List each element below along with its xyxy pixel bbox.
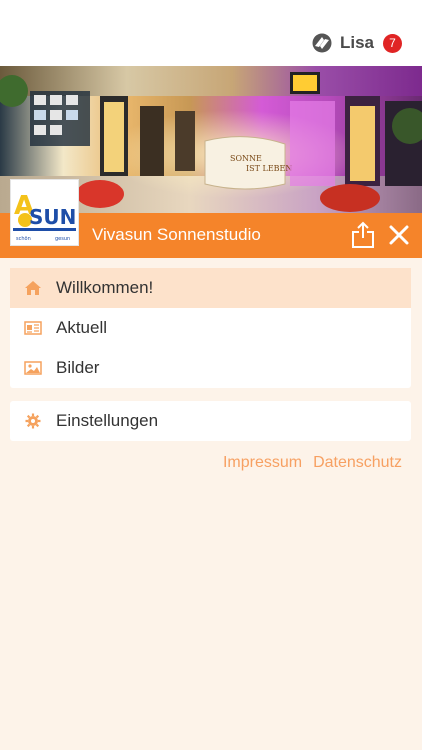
menu-item-label: Einstellungen <box>56 411 159 430</box>
user-menu[interactable]: Lisa 7 <box>312 33 402 53</box>
home-icon <box>25 281 41 295</box>
studio-title: Vivasun Sonnenstudio <box>92 225 261 244</box>
close-icon[interactable] <box>388 224 410 246</box>
impressum-link[interactable]: Impressum <box>223 454 302 472</box>
gear-icon <box>25 413 41 429</box>
menu-item-willkommen[interactable]: Willkommen! <box>10 268 411 308</box>
menu-item-label: Aktuell <box>56 318 108 337</box>
datenschutz-link[interactable]: Datenschutz <box>313 454 402 472</box>
desk-sign-line2: IST LEBEN <box>246 164 292 173</box>
logo-subtext-left: schön <box>16 236 31 242</box>
menu-item-bilder[interactable]: Bilder <box>10 348 411 388</box>
desk-sign-line1: SONNE <box>230 154 262 163</box>
notification-badge[interactable]: 7 <box>383 33 402 53</box>
settings-menu: Einstellungen <box>10 401 411 441</box>
newspaper-icon <box>24 321 42 335</box>
main-menu: Willkommen! Aktuell Bilder <box>10 268 411 388</box>
share-icon[interactable] <box>350 221 376 249</box>
top-bar: Lisa 7 <box>0 0 422 66</box>
menu-item-label: Bilder <box>56 358 100 377</box>
menu-item-aktuell[interactable]: Aktuell <box>10 308 411 348</box>
menu-item-label: Willkommen! <box>56 278 154 297</box>
studio-logo: A SUN schön gesun <box>10 179 79 246</box>
logo-subtext-right: gesun <box>55 236 70 242</box>
menu-item-einstellungen[interactable]: Einstellungen <box>10 401 411 441</box>
app-logo-icon <box>312 33 332 53</box>
image-icon <box>24 361 42 375</box>
user-name[interactable]: Lisa <box>340 33 374 53</box>
footer-links: Impressum Datenschutz <box>212 454 402 472</box>
logo-text: SUN <box>29 205 76 229</box>
